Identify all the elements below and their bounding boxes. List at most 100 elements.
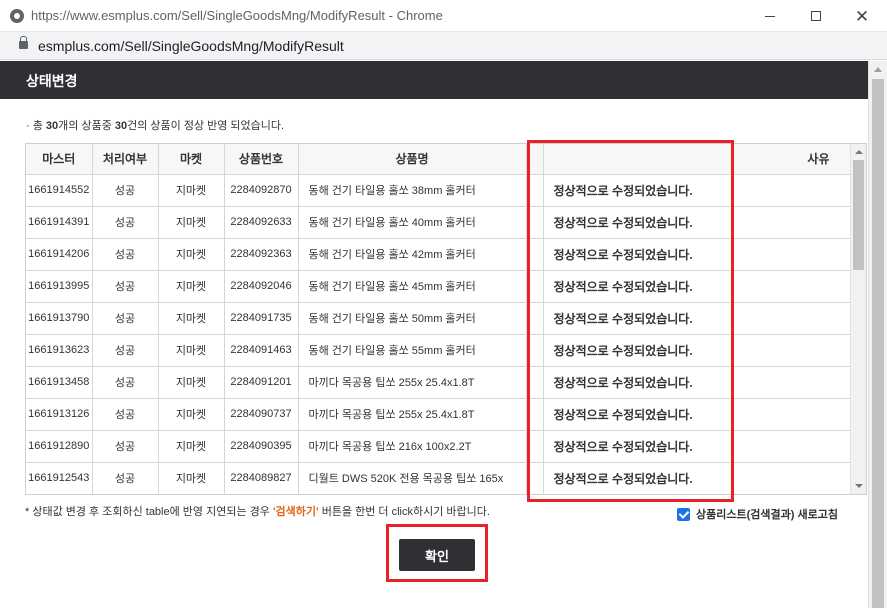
site-favicon-icon (10, 9, 24, 23)
cell-goods-no: 2284089827 (224, 462, 299, 494)
table-row[interactable]: 1661913995 성공 지마켓 2284092046 동해 건기 타일용 홀쏘 45… (26, 270, 851, 303)
cell-spacer (526, 206, 544, 239)
result-summary: · 총 30개의 상품중 30건의 상품이 정상 반영 되었습니다. (26, 117, 284, 133)
cell-market: 지마켓 (158, 302, 225, 335)
browser-titlebar: https://www.esmplus.com/Sell/SingleGoods… (0, 0, 887, 32)
cell-goods-name: 마끼다 목공용 팁쏘 255x 25.4x1.8T (298, 366, 527, 399)
cell-reason: 정상적으로 수정되었습니다. (543, 334, 851, 367)
result-table: 마스터 처리여부 마켓 상품번호 상품명 사유 1661914552 성공 지마켓 2… (26, 144, 851, 494)
refresh-checkbox[interactable] (677, 507, 690, 521)
cell-master: 1661912543 (26, 462, 93, 494)
page-scrollbar-thumb[interactable] (872, 79, 884, 608)
cell-market: 지마켓 (158, 366, 225, 399)
cell-status: 성공 (92, 174, 159, 207)
cell-spacer (526, 270, 544, 303)
column-header-reason: 사유 (543, 144, 851, 175)
address-url[interactable]: esmplus.com/Sell/SingleGoodsMng/ModifyRe… (38, 38, 344, 54)
cell-goods-name: 마끼다 목공용 팁쏘 216x 100x2.2T (298, 430, 527, 463)
cell-market: 지마켓 (158, 334, 225, 367)
summary-success: 30 (114, 120, 128, 132)
table-row[interactable]: 1661913790 성공 지마켓 2284091735 동해 건기 타일용 홀쏘 50… (26, 302, 851, 335)
minimize-button[interactable] (747, 0, 793, 32)
cell-goods-name: 동해 건기 타일용 홀쏘 50mm 홀커터 (298, 302, 527, 335)
cell-master: 1661914206 (26, 238, 93, 271)
table-scrollbar-thumb[interactable] (853, 160, 864, 270)
note-suffix: 버튼을 한번 더 click하시기 바랍니다. (318, 506, 490, 518)
refresh-list-option[interactable]: 상품리스트(검색결과) 새로고침 (677, 506, 838, 522)
cell-goods-no: 2284090737 (224, 398, 299, 431)
summary-prefix: 총 (29, 120, 46, 132)
column-header-goods-name: 상품명 (298, 144, 527, 175)
delay-note: * 상태값 변경 후 조회하신 table에 반영 지연되는 경우 '검색하기'… (25, 503, 490, 519)
cell-goods-no: 2284092046 (224, 270, 299, 303)
cell-reason: 정상적으로 수정되었습니다. (543, 238, 851, 271)
cell-spacer (526, 366, 544, 399)
cell-status: 성공 (92, 302, 159, 335)
summary-middle: 개의 상품중 (58, 120, 115, 132)
lock-icon (19, 36, 28, 49)
table-scroll-down-icon[interactable] (855, 484, 863, 488)
table-scroll-up-icon[interactable] (855, 150, 863, 154)
cell-reason: 정상적으로 수정되었습니다. (543, 366, 851, 399)
column-header-status: 처리여부 (92, 144, 159, 175)
table-row[interactable]: 1661913623 성공 지마켓 2284091463 동해 건기 타일용 홀쏘 55… (26, 334, 851, 367)
cell-status: 성공 (92, 270, 159, 303)
cell-master: 1661914391 (26, 206, 93, 239)
close-icon: ✕ (854, 6, 870, 26)
cell-reason: 정상적으로 수정되었습니다. (543, 302, 851, 335)
cell-status: 성공 (92, 398, 159, 431)
window-title: https://www.esmplus.com/Sell/SingleGoods… (31, 8, 443, 23)
table-header-row: 마스터 처리여부 마켓 상품번호 상품명 사유 (26, 144, 851, 175)
column-header-reason-label: 사유 (807, 152, 830, 167)
cell-market: 지마켓 (158, 270, 225, 303)
table-row[interactable]: 1661913458 성공 지마켓 2284091201 마끼다 목공용 팁쏘 255x… (26, 366, 851, 399)
cell-spacer (526, 334, 544, 367)
table-row[interactable]: 1661912890 성공 지마켓 2284090395 마끼다 목공용 팁쏘 216x… (26, 430, 851, 463)
cell-spacer (526, 430, 544, 463)
cell-reason: 정상적으로 수정되었습니다. (543, 206, 851, 239)
cell-reason: 정상적으로 수정되었습니다. (543, 398, 851, 431)
cell-market: 지마켓 (158, 430, 225, 463)
cell-master: 1661913623 (26, 334, 93, 367)
table-row[interactable]: 1661914391 성공 지마켓 2284092633 동해 건기 타일용 홀쏘 40… (26, 206, 851, 239)
cell-goods-no: 2284092633 (224, 206, 299, 239)
cell-goods-no: 2284091463 (224, 334, 299, 367)
cell-spacer (526, 174, 544, 207)
table-row[interactable]: 1661913126 성공 지마켓 2284090737 마끼다 목공용 팁쏘 255x… (26, 398, 851, 431)
cell-status: 성공 (92, 366, 159, 399)
table-row[interactable]: 1661914206 성공 지마켓 2284092363 동해 건기 타일용 홀쏘 42… (26, 238, 851, 271)
cell-master: 1661912890 (26, 430, 93, 463)
cell-status: 성공 (92, 462, 159, 494)
scroll-up-arrow-icon[interactable] (874, 67, 882, 72)
page-scrollbar[interactable] (868, 61, 887, 608)
table-row[interactable]: 1661914552 성공 지마켓 2284092870 동해 건기 타일용 홀쏘 38… (26, 174, 851, 207)
cell-market: 지마켓 (158, 206, 225, 239)
cell-status: 성공 (92, 238, 159, 271)
table-row[interactable]: 1661912543 성공 지마켓 2284089827 디월트 DWS 520K 전용… (26, 462, 851, 494)
address-bar[interactable]: esmplus.com/Sell/SingleGoodsMng/ModifyRe… (0, 32, 887, 60)
column-header-market: 마켓 (158, 144, 225, 175)
cell-goods-name: 동해 건기 타일용 홀쏘 45mm 홀커터 (298, 270, 527, 303)
minimize-icon (765, 15, 775, 17)
result-table-container: 마스터 처리여부 마켓 상품번호 상품명 사유 1661914552 성공 지마켓 2… (25, 143, 867, 495)
cell-master: 1661913790 (26, 302, 93, 335)
cell-market: 지마켓 (158, 462, 225, 494)
cell-spacer (526, 462, 544, 494)
cell-goods-name: 동해 건기 타일용 홀쏘 42mm 홀커터 (298, 238, 527, 271)
cell-master: 1661913126 (26, 398, 93, 431)
table-body: 1661914552 성공 지마켓 2284092870 동해 건기 타일용 홀쏘 38… (26, 174, 851, 494)
note-prefix: * 상태값 변경 후 조회하신 table에 반영 지연되는 경우 (25, 506, 273, 518)
close-window-button[interactable]: ✕ (839, 0, 885, 32)
cell-goods-no: 2284091201 (224, 366, 299, 399)
cell-status: 성공 (92, 206, 159, 239)
cell-market: 지마켓 (158, 174, 225, 207)
confirm-button[interactable]: 확인 (399, 539, 475, 571)
maximize-button[interactable] (793, 0, 839, 32)
summary-total: 30 (45, 120, 59, 132)
column-header-spacer (526, 144, 544, 175)
maximize-icon (811, 11, 821, 21)
cell-reason: 정상적으로 수정되었습니다. (543, 174, 851, 207)
cell-goods-name: 동해 건기 타일용 홀쏘 55mm 홀커터 (298, 334, 527, 367)
table-scrollbar[interactable] (850, 144, 866, 494)
cell-status: 성공 (92, 430, 159, 463)
